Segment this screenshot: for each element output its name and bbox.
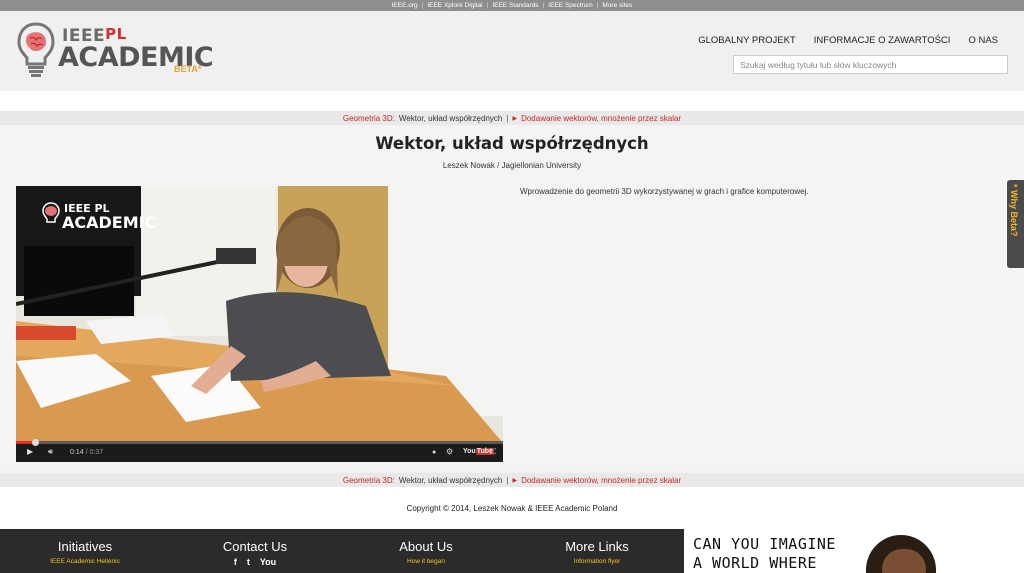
youtube-icon[interactable]: You — [260, 557, 276, 567]
link-more-sites[interactable]: More sites — [602, 2, 632, 9]
link-ieee-xplore[interactable]: IEEE Xplore Digital — [427, 2, 482, 9]
breadcrumb-top: Geometria 3D: Wektor, układ współrzędnyc… — [0, 111, 1024, 125]
play-icon[interactable]: ▶ — [27, 447, 33, 456]
promo-text: CAN YOU IMAGINE A WORLD WHERE — [693, 535, 836, 572]
footer-heading: Contact Us — [222, 539, 288, 554]
page-title: Wektor, układ współrzędnych — [375, 134, 649, 153]
nav-about-us[interactable]: O NAS — [968, 35, 998, 46]
play-arrow-icon: ▶ — [512, 115, 518, 122]
promo-banner[interactable]: CAN YOU IMAGINE A WORLD WHERE — [684, 529, 1024, 573]
footer-link[interactable]: How it began — [351, 558, 501, 565]
video-progress-bar[interactable] — [16, 439, 503, 446]
breadcrumb-next-lecture[interactable]: Dodawanie wektorów, mnożenie przez skala… — [521, 114, 681, 123]
settings-gear-icon[interactable]: ⚙ — [446, 447, 453, 456]
main-nav: GLOBALNY PROJEKT INFORMACJE O ZAWARTOŚCI… — [698, 35, 998, 46]
footer-heading: Initiatives — [57, 539, 113, 554]
facebook-icon[interactable]: f — [234, 557, 237, 567]
twitter-icon[interactable]: t — [247, 557, 250, 567]
breadcrumb-separator: | — [506, 475, 509, 485]
video-watermark-academic: ACADEMIC — [62, 213, 157, 232]
lecture-description: Wprowadzenie do geometrii 3D wykorzystyw… — [520, 187, 809, 196]
play-arrow-icon: ▶ — [512, 477, 518, 484]
duration: 0:37 — [89, 449, 104, 456]
volume-icon[interactable]: 🔊︎ — [48, 447, 53, 457]
social-links: f t You — [180, 557, 330, 567]
site-header: IEEEPL ACADEMIC BETA* GLOBALNY PROJEKT I… — [0, 11, 1024, 91]
footer-col-more-links: More Links Information flyer — [522, 529, 672, 565]
breadcrumb-current: Wektor, układ współrzędnych — [398, 475, 503, 485]
fullscreen-icon[interactable]: ⛶ — [490, 447, 496, 457]
separator: | — [596, 2, 599, 9]
separator: | — [421, 2, 424, 9]
footer-link[interactable]: Information flyer — [522, 558, 672, 565]
separator: | — [542, 2, 545, 9]
ieee-sites-bar: IEEE.org | IEEE Xplore Digital | IEEE St… — [0, 0, 1024, 11]
breadcrumb-category[interactable]: Geometria 3D: — [343, 476, 395, 485]
link-ieee-standards[interactable]: IEEE Standards — [492, 2, 538, 9]
video-controls: ▶ 🔊︎ 0:14 / 0:37 ● ⚙ YouTube ⛶ — [16, 439, 503, 462]
search-input[interactable] — [733, 55, 1008, 74]
breadcrumb-separator: | — [506, 113, 509, 123]
breadcrumb-category[interactable]: Geometria 3D: — [343, 114, 395, 123]
breadcrumb-next-lecture[interactable]: Dodawanie wektorów, mnożenie przez skala… — [521, 476, 681, 485]
why-beta-tab[interactable]: * Why Beta? — [1007, 180, 1024, 268]
footer-col-about: About Us How it began — [351, 529, 501, 565]
breadcrumb-bottom: Geometria 3D: Wektor, układ współrzędnyc… — [0, 473, 1024, 487]
video-time: 0:14 / 0:37 — [70, 449, 104, 456]
video-brain-icon — [42, 202, 60, 223]
site-logo[interactable]: IEEEPL ACADEMIC BETA* — [16, 22, 214, 82]
link-ieee-spectrum[interactable]: IEEE Spectrum — [548, 2, 592, 9]
current-time: 0:14 — [70, 449, 84, 456]
site-footer: Initiatives IEEE Academic Hellenic Conta… — [0, 529, 684, 573]
lecture-author: Leszek Nowak / Jagiellonian University — [442, 161, 582, 170]
nav-global-project[interactable]: GLOBALNY PROJEKT — [698, 35, 796, 46]
video-scrubber-handle[interactable] — [32, 439, 40, 446]
brain-lightbulb-icon — [17, 22, 55, 77]
footer-col-initiatives: Initiatives IEEE Academic Hellenic — [10, 529, 160, 565]
subtitles-icon[interactable]: ● — [432, 449, 436, 456]
footer-link[interactable]: IEEE Academic Hellenic — [10, 558, 160, 565]
footer-heading: About Us — [399, 539, 453, 554]
logo-beta-label: BETA* — [174, 64, 202, 74]
breadcrumb-current: Wektor, układ współrzędnych — [398, 113, 503, 123]
separator: | — [486, 2, 489, 9]
link-ieee-org[interactable]: IEEE.org — [392, 2, 418, 9]
copyright-text: Copyright © 2014, Leszek Nowak & IEEE Ac… — [406, 504, 618, 513]
video-player[interactable]: IEEE PL ACADEMIC ▶ 🔊︎ 0:14 / 0:37 ● ⚙ Yo… — [16, 186, 503, 462]
footer-col-contact: Contact Us f t You — [180, 529, 330, 567]
nav-content-info[interactable]: INFORMACJE O ZAWARTOŚCI — [814, 35, 951, 46]
header-spacer — [0, 91, 1024, 111]
footer-heading: More Links — [565, 539, 629, 554]
